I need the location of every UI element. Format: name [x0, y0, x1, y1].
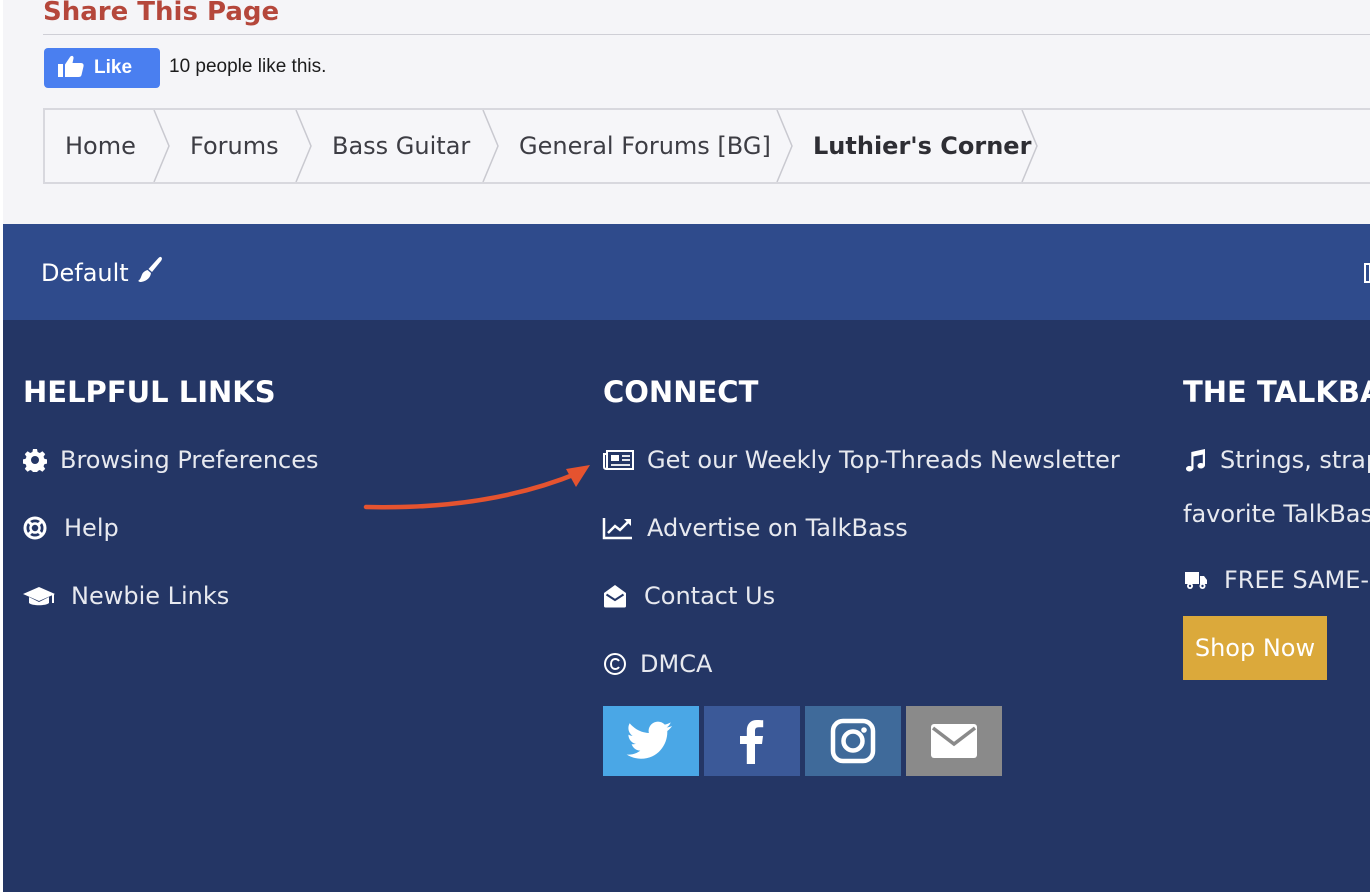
free-shipping-line: FREE SAME- — [1183, 566, 1369, 594]
rss-icon[interactable] — [1364, 262, 1370, 284]
dmca-label: DMCA — [640, 650, 713, 678]
twitter-button[interactable] — [603, 706, 699, 776]
breadcrumb-general-forums[interactable]: General Forums [BG] — [519, 110, 771, 182]
style-bar — [3, 224, 1370, 320]
breadcrumb-separator — [1021, 110, 1038, 182]
helpful-links-title: HELPFUL LINKS — [23, 375, 276, 409]
newsletter-link[interactable]: Get our Weekly Top-Threads Newsletter — [602, 446, 1120, 474]
advertise-label: Advertise on TalkBass — [647, 514, 908, 542]
facebook-button[interactable] — [704, 706, 800, 776]
twitter-icon — [626, 721, 672, 759]
help-label: Help — [64, 514, 119, 542]
breadcrumb-separator — [295, 110, 312, 182]
store-title: THE TALKBA — [1183, 375, 1370, 409]
envelope-open-icon — [602, 583, 628, 609]
browsing-preferences-link[interactable]: Browsing Preferences — [22, 446, 319, 474]
shop-now-button[interactable]: Shop Now — [1183, 616, 1327, 680]
graduation-cap-icon — [22, 583, 56, 609]
breadcrumb-separator — [776, 110, 793, 182]
left-edge — [0, 0, 3, 892]
browsing-preferences-label: Browsing Preferences — [60, 446, 319, 474]
share-title: Share This Page — [43, 0, 280, 27]
contact-us-link[interactable]: Contact Us — [602, 582, 775, 610]
copyright-icon — [602, 651, 628, 677]
thumbs-up-icon — [57, 54, 85, 82]
store-line-3: FREE SAME- — [1224, 566, 1370, 594]
facebook-icon — [740, 720, 764, 764]
breadcrumb-forums[interactable]: Forums — [190, 110, 279, 182]
lifebuoy-icon — [22, 515, 48, 541]
advertise-link[interactable]: Advertise on TalkBass — [602, 514, 908, 542]
email-button[interactable] — [906, 706, 1002, 776]
connect-title: CONNECT — [603, 375, 759, 409]
help-link[interactable]: Help — [22, 514, 119, 542]
line-chart-icon — [602, 515, 634, 541]
contact-us-label: Contact Us — [644, 582, 776, 610]
instagram-button[interactable] — [805, 706, 901, 776]
breadcrumb: Home Forums Bass Guitar General Forums [… — [43, 108, 1370, 184]
music-note-icon — [1183, 447, 1209, 473]
store-text-line: Strings, strap — [1183, 446, 1370, 474]
facebook-like-button[interactable]: Like — [44, 48, 160, 88]
gear-icon — [22, 447, 48, 473]
breadcrumb-home[interactable]: Home — [65, 110, 136, 182]
instagram-icon — [830, 718, 876, 764]
store-line-2: favorite TalkBass — [1183, 500, 1370, 528]
truck-icon — [1183, 567, 1209, 593]
dmca-link[interactable]: DMCA — [602, 650, 712, 678]
newbie-links-link[interactable]: Newbie Links — [22, 582, 229, 610]
store-line-1: Strings, strap — [1220, 446, 1370, 474]
style-label: Default — [41, 259, 129, 287]
like-count: 10 people like this. — [169, 56, 327, 77]
style-chooser-link[interactable]: Default — [41, 256, 163, 290]
like-label: Like — [94, 57, 133, 78]
newspaper-icon — [602, 447, 634, 473]
annotation-arrow — [363, 465, 590, 510]
breadcrumb-bass-guitar[interactable]: Bass Guitar — [332, 110, 470, 182]
breadcrumb-separator — [153, 110, 170, 182]
newsletter-label: Get our Weekly Top-Threads Newsletter — [647, 446, 1120, 474]
newbie-links-label: Newbie Links — [71, 582, 230, 610]
paintbrush-icon — [137, 256, 163, 290]
share-divider — [43, 34, 1370, 35]
envelope-icon — [931, 724, 977, 758]
breadcrumb-separator — [482, 110, 499, 182]
breadcrumb-luthiers-corner[interactable]: Luthier's Corner — [813, 110, 1031, 182]
